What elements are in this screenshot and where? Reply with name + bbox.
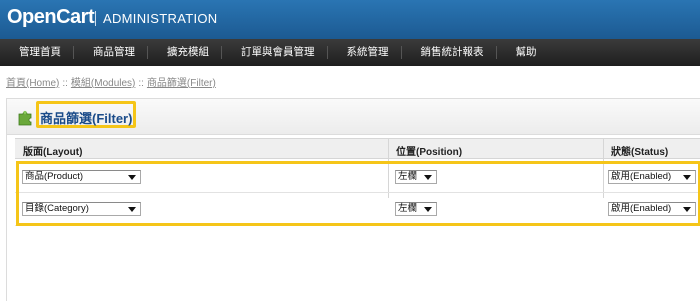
chevron-down-icon <box>424 175 432 180</box>
menu-item-catalog[interactable]: 商品管理 <box>74 39 148 66</box>
table-header: 版面(Layout) 位置(Position) 狀態(Status) <box>15 138 700 159</box>
main-menu: 管理首頁 商品管理 擴充模組 訂單與會員管理 系統管理 銷售統計報表 幫助 <box>0 39 700 66</box>
status-select-value: 啟用(Enabled) <box>611 203 672 214</box>
layout-select-value: 目錄(Category) <box>25 203 89 214</box>
status-select[interactable]: 啟用(Enabled) <box>608 202 696 216</box>
puzzle-icon <box>18 110 32 126</box>
menu-item-dashboard[interactable]: 管理首頁 <box>0 39 74 66</box>
layout-select-value: 商品(Product) <box>25 171 84 182</box>
breadcrumb-separator: :: <box>138 78 144 89</box>
breadcrumb-modules[interactable]: 模組(Modules) <box>71 78 135 89</box>
column-header-status: 狀態(Status) <box>611 147 669 158</box>
layout-select[interactable]: 商品(Product) <box>22 170 141 184</box>
position-select[interactable]: 左欄 <box>395 170 437 184</box>
chevron-down-icon <box>683 207 691 212</box>
opencart-logo[interactable]: OpenCart <box>7 6 95 29</box>
position-select[interactable]: 左欄 <box>395 202 437 216</box>
app-header: OpenCart ADMINISTRATION <box>0 0 700 39</box>
header-subtitle: ADMINISTRATION <box>103 11 218 26</box>
chevron-down-icon <box>424 207 432 212</box>
breadcrumb: 首頁(Home):: 模組(Modules):: 商品篩選(Filter) <box>6 74 216 89</box>
breadcrumb-home[interactable]: 首頁(Home) <box>6 78 59 89</box>
chevron-down-icon <box>128 207 136 212</box>
column-header-layout: 版面(Layout) <box>23 147 83 158</box>
box-heading: 商品篩選(Filter) <box>7 99 700 135</box>
status-select-value: 啟用(Enabled) <box>611 171 672 182</box>
logo-divider <box>95 11 96 26</box>
position-select-value: 左欄 <box>398 171 418 182</box>
status-select[interactable]: 啟用(Enabled) <box>608 170 696 184</box>
layout-select[interactable]: 目錄(Category) <box>22 202 141 216</box>
module-box: 商品篩選(Filter) 版面(Layout) 位置(Position) 狀態(… <box>6 98 700 301</box>
menu-item-help[interactable]: 幫助 <box>497 39 550 66</box>
chevron-down-icon <box>128 175 136 180</box>
menu-item-extensions[interactable]: 擴充模組 <box>148 39 222 66</box>
menu-item-sales[interactable]: 訂單與會員管理 <box>222 39 328 66</box>
page-title: 商品篩選(Filter) <box>40 111 133 126</box>
position-select-value: 左欄 <box>398 203 418 214</box>
chevron-down-icon <box>683 175 691 180</box>
breadcrumb-filter[interactable]: 商品篩選(Filter) <box>147 78 216 89</box>
menu-item-reports[interactable]: 銷售統計報表 <box>402 39 497 66</box>
column-header-position: 位置(Position) <box>396 147 463 158</box>
breadcrumb-separator: :: <box>62 78 68 89</box>
menu-item-system[interactable]: 系統管理 <box>328 39 402 66</box>
